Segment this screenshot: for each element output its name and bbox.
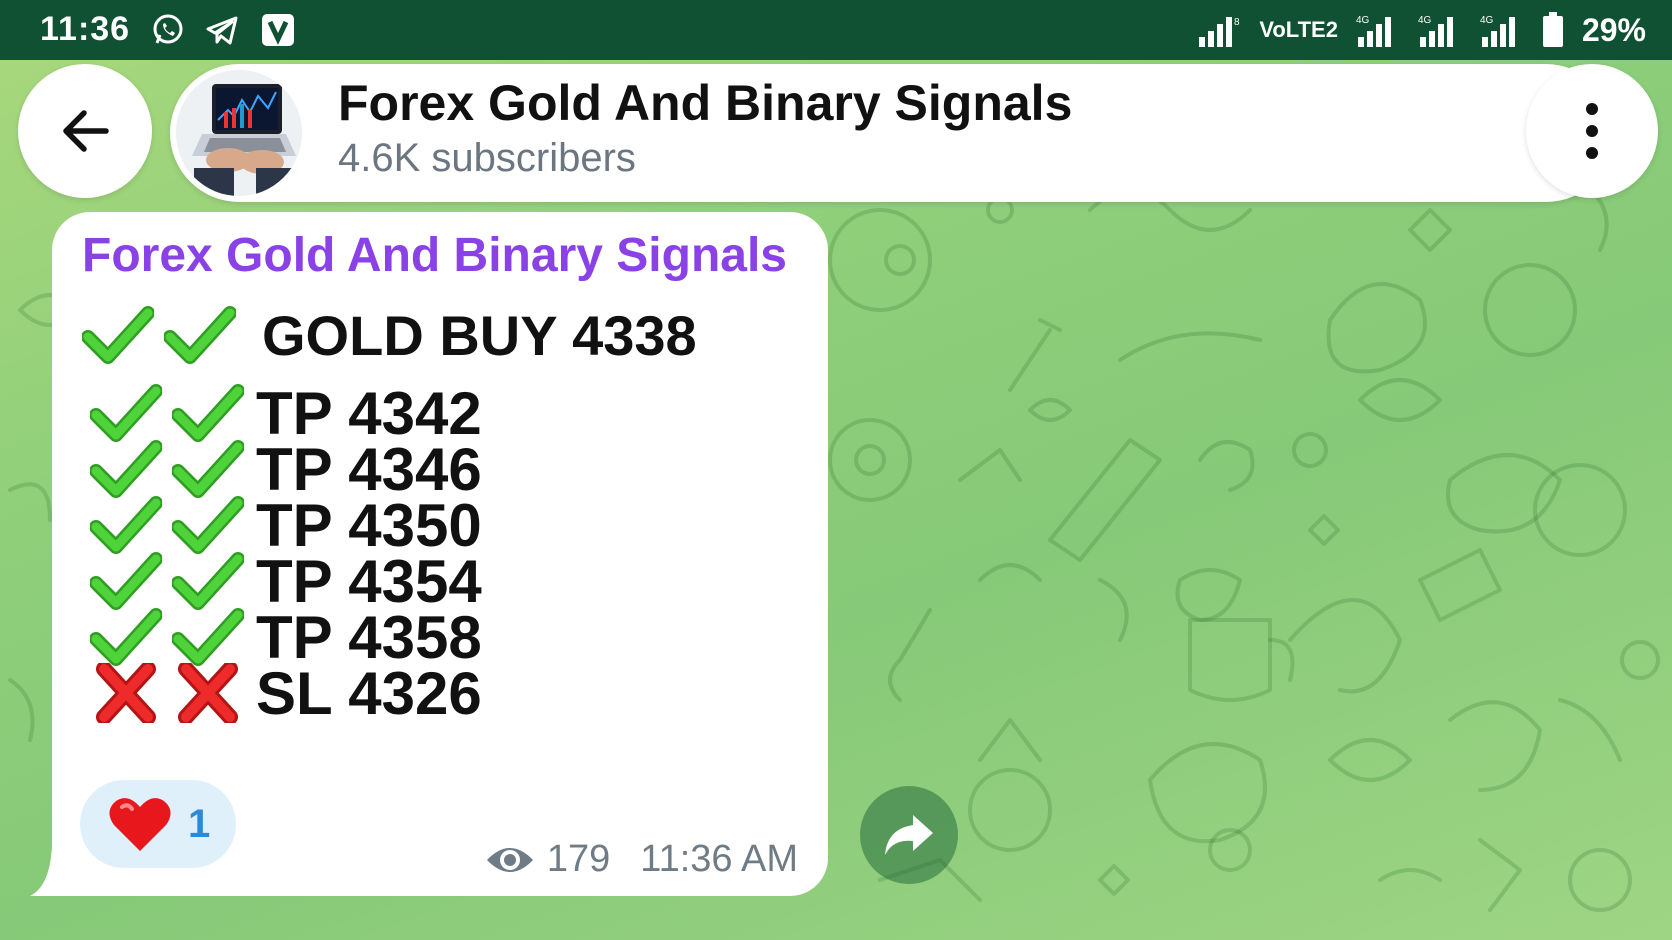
message-time: 11:36 AM — [640, 838, 798, 880]
check-marks — [90, 495, 244, 555]
telegram-icon — [206, 16, 238, 45]
message-meta: 179 11:36 AM — [485, 838, 798, 881]
check-marks — [90, 551, 244, 611]
heart-icon — [109, 798, 171, 851]
take-profit-line: TP 4346 — [90, 436, 482, 503]
battery-level: 29% — [1581, 11, 1646, 48]
laptop-trading-image — [176, 70, 302, 196]
signal-4g-icon: 4G — [1356, 15, 1391, 47]
take-profit-line: TP 4354 — [90, 548, 482, 615]
take-profit-line: TP 4358 — [90, 604, 482, 671]
check-mark-icon — [90, 552, 162, 610]
share-arrow-icon — [885, 815, 933, 855]
check-marks — [82, 305, 236, 365]
check-mark-icon — [82, 306, 154, 364]
check-mark-icon — [172, 552, 244, 610]
take-profit-line: TP 4342 — [90, 380, 482, 447]
check-mark-icon — [90, 608, 162, 666]
network-type-label: 4G — [1356, 15, 1370, 26]
svg-text:8: 8 — [1234, 17, 1240, 28]
check-marks — [90, 607, 244, 667]
check-mark-icon — [172, 496, 244, 554]
back-button[interactable] — [18, 64, 152, 198]
cross-mark-icon — [96, 663, 156, 723]
network-type-label: 4G — [1418, 15, 1432, 26]
more-options-button[interactable] — [1526, 64, 1658, 198]
eye-icon — [486, 847, 533, 872]
check-marks — [90, 439, 244, 499]
message-sender[interactable]: Forex Gold And Binary Signals — [82, 228, 787, 283]
view-count: 179 — [546, 838, 611, 880]
signal-4g-icon: 4G — [1418, 15, 1453, 47]
check-mark-icon — [90, 440, 162, 498]
reaction-count: 1 — [188, 801, 211, 846]
take-profit-line: TP 4350 — [90, 492, 482, 559]
battery-icon — [1542, 12, 1563, 47]
arrow-left-icon — [63, 110, 109, 152]
signal-4g-icon: 4G — [1480, 15, 1515, 47]
check-mark-icon — [164, 306, 236, 364]
headline-text: GOLD BUY 4338 — [262, 303, 697, 367]
signal-strength-icon: 8 — [1199, 17, 1240, 47]
status-time: 11:36 — [40, 10, 131, 48]
channel-header[interactable]: Forex Gold And Binary Signals 4.6K subsc… — [170, 64, 1615, 202]
network-type-label: 4G — [1480, 15, 1494, 26]
check-mark-icon — [172, 440, 244, 498]
v-app-icon — [262, 14, 294, 46]
stop-loss-line: SL 4326 — [90, 660, 482, 727]
network-label: VoLTE2 — [1259, 17, 1338, 42]
whatsapp-icon — [153, 14, 183, 44]
reaction-chip[interactable]: 1 — [80, 780, 236, 868]
more-vertical-icon — [1586, 103, 1598, 159]
check-mark-icon — [172, 608, 244, 666]
check-mark-icon — [90, 384, 162, 442]
line-text: SL 4326 — [256, 659, 482, 727]
check-mark-icon — [90, 496, 162, 554]
signal-headline: GOLD BUY 4338 — [82, 290, 697, 380]
check-marks — [90, 383, 244, 443]
status-bar: 11:36 8 VoLTE2 4G 4G 4G 29% — [0, 0, 1672, 60]
cross-mark-icon — [178, 663, 238, 723]
subscriber-count: 4.6K subscribers — [338, 136, 636, 180]
channel-title: Forex Gold And Binary Signals — [338, 75, 1073, 131]
check-mark-icon — [172, 384, 244, 442]
message-bubble[interactable]: Forex Gold And Binary Signals GOLD BUY 4… — [52, 212, 828, 896]
channel-avatar[interactable] — [176, 70, 302, 196]
share-button[interactable] — [860, 786, 958, 884]
cross-marks — [90, 663, 244, 723]
